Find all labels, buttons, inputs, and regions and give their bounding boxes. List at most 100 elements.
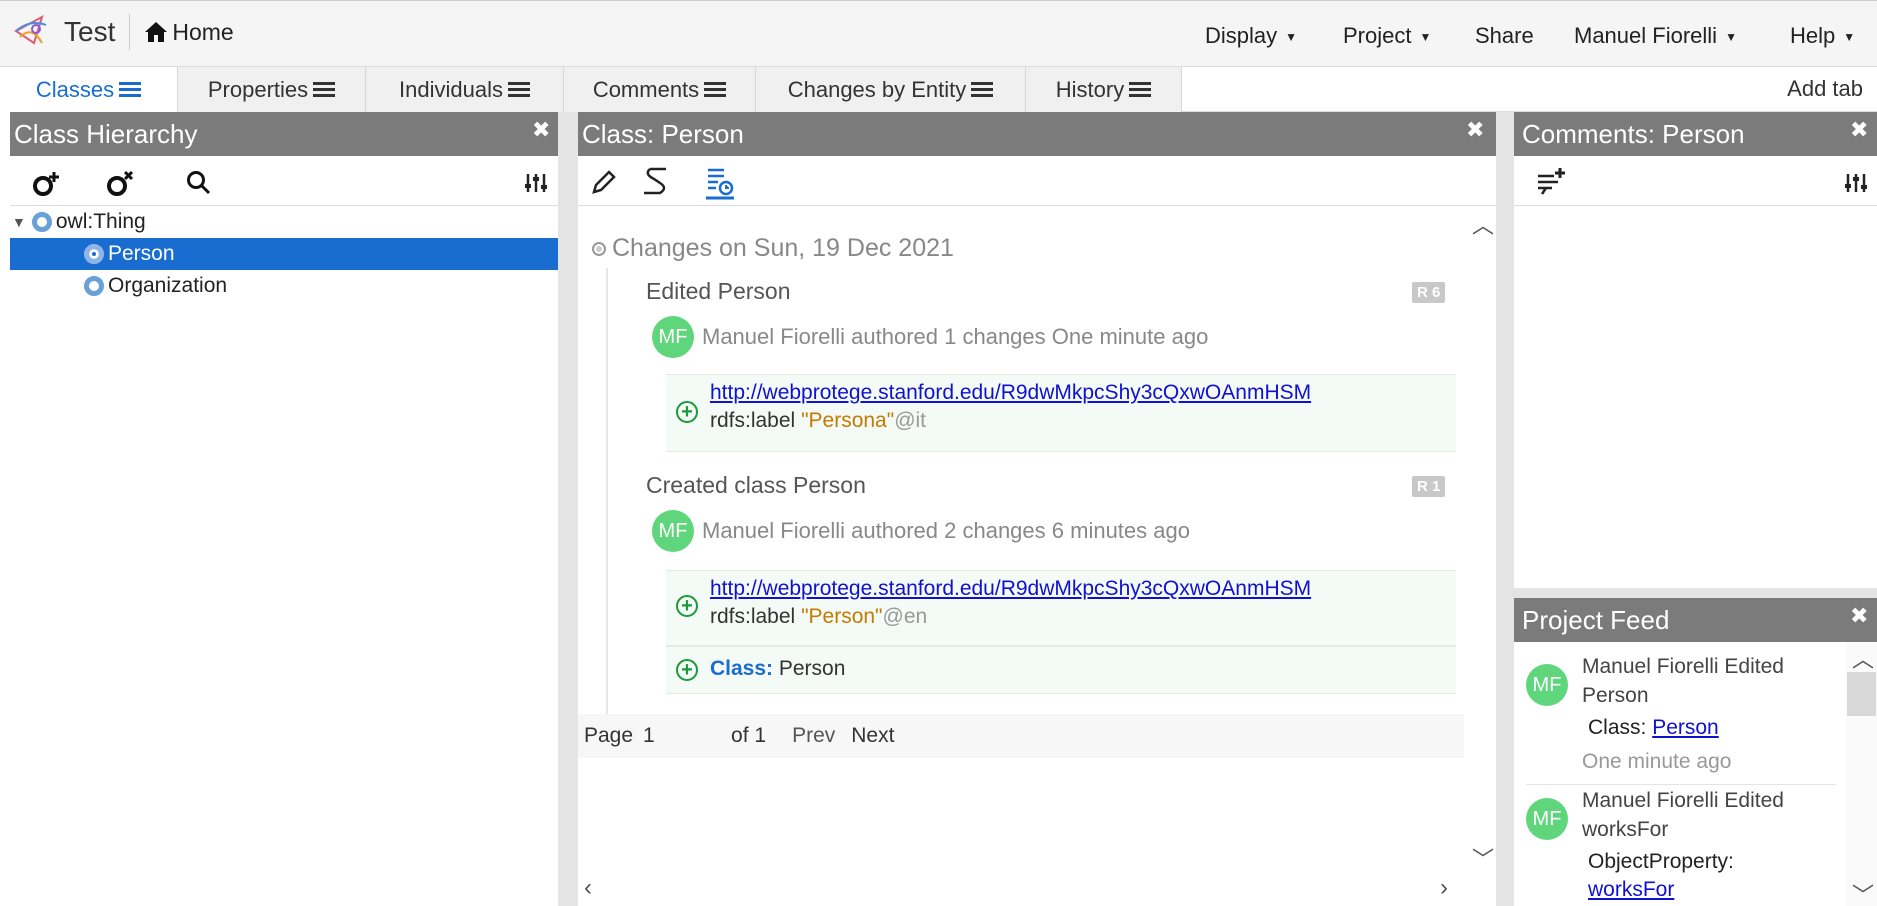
tree-node-person[interactable]: Person bbox=[10, 238, 558, 270]
entity-iri-link[interactable]: http://webprotege.stanford.edu/R9dwMkpcS… bbox=[710, 381, 1311, 405]
splitter[interactable] bbox=[558, 112, 578, 906]
tree-node-label: Organization bbox=[108, 274, 228, 297]
feed-headline: Manuel Fiorelli Edited worksFor bbox=[1582, 789, 1784, 841]
webprotege-logo-icon[interactable] bbox=[12, 9, 52, 55]
avatar: MF bbox=[652, 316, 694, 358]
feed-time: One minute ago bbox=[1582, 750, 1732, 773]
class-hierarchy-title: Class Hierarchy bbox=[14, 118, 198, 149]
entity-type-keyword: Class: bbox=[710, 657, 774, 680]
splitter[interactable] bbox=[1514, 588, 1877, 598]
share-menu[interactable]: Share bbox=[1475, 23, 1534, 49]
settings-sliders-icon[interactable] bbox=[524, 172, 548, 200]
pager: Page 1 of 1 Prev Next bbox=[578, 714, 1464, 758]
entity-kind: ObjectProperty: bbox=[1588, 850, 1734, 873]
changes-date-text: Changes on Sun, 19 Dec 2021 bbox=[612, 234, 954, 262]
entity-iri-link[interactable]: http://webprotege.stanford.edu/R9dwMkpcS… bbox=[710, 577, 1311, 601]
delete-class-icon[interactable] bbox=[106, 168, 138, 204]
close-icon[interactable]: ✖ bbox=[1850, 603, 1868, 629]
feed-scrollbar[interactable]: ︿ ﹀ bbox=[1846, 642, 1877, 906]
scrollbar-thumb[interactable] bbox=[1847, 672, 1876, 716]
add-tab-button[interactable]: Add tab bbox=[1787, 76, 1863, 102]
add-change-icon: + bbox=[676, 659, 698, 681]
project-feed-pane: Project Feed ✖ MF Manuel Fiorelli Edited… bbox=[1514, 598, 1877, 906]
hamburger-icon[interactable] bbox=[1129, 79, 1152, 100]
entity-link[interactable]: Person bbox=[1652, 716, 1719, 739]
project-feed-title: Project Feed bbox=[1522, 604, 1670, 635]
close-icon[interactable]: ✖ bbox=[532, 117, 550, 143]
revision-badge[interactable]: R 1 bbox=[1412, 476, 1446, 497]
entry-author-row: MF Manuel Fiorelli authored 2 changes 6 … bbox=[652, 510, 1190, 552]
close-icon[interactable]: ✖ bbox=[1850, 117, 1868, 143]
comments-toolbar bbox=[1514, 156, 1877, 206]
class-tree: ▼ owl:Thing Person Organization bbox=[10, 206, 558, 326]
tab-label: Comments bbox=[592, 76, 700, 102]
splitter[interactable] bbox=[1496, 112, 1514, 906]
entry-title: Created class Person bbox=[646, 472, 866, 498]
caret-down-icon: ▼ bbox=[1285, 30, 1298, 45]
user-menu-label: Manuel Fiorelli bbox=[1574, 23, 1718, 48]
tab-label: Changes by Entity bbox=[787, 76, 967, 102]
hamburger-icon[interactable] bbox=[313, 79, 336, 100]
hamburger-icon[interactable] bbox=[971, 79, 994, 100]
literal-value: "Person" bbox=[801, 605, 883, 628]
changes-history-icon[interactable] bbox=[704, 166, 736, 206]
help-menu-label: Help bbox=[1790, 23, 1836, 48]
display-menu[interactable]: Display ▼ bbox=[1205, 23, 1297, 49]
tab-individuals[interactable]: Individuals bbox=[366, 67, 564, 112]
edit-pencil-icon[interactable] bbox=[590, 168, 618, 202]
tree-node-label: Person bbox=[108, 242, 175, 265]
language-tag: @it bbox=[894, 409, 927, 432]
close-icon[interactable]: ✖ bbox=[1466, 117, 1484, 143]
hamburger-icon[interactable] bbox=[119, 79, 142, 100]
change-box: + Class: Person bbox=[666, 646, 1456, 694]
tab-changes-by-entity[interactable]: Changes by Entity bbox=[756, 67, 1026, 112]
entry-author-row: MF Manuel Fiorelli authored 1 changes On… bbox=[652, 316, 1208, 358]
scroll-down-icon[interactable]: ﹀ bbox=[1472, 842, 1494, 874]
tab-label: Individuals bbox=[399, 76, 503, 102]
entity-link[interactable]: worksFor bbox=[1588, 878, 1674, 902]
hamburger-icon[interactable] bbox=[507, 79, 530, 100]
pager-total: of 1 bbox=[731, 724, 767, 747]
add-comment-icon[interactable] bbox=[1534, 166, 1568, 204]
property-name: rdfs:label bbox=[710, 605, 796, 628]
search-icon[interactable] bbox=[186, 170, 212, 202]
scroll-left-icon[interactable]: ‹ bbox=[584, 874, 592, 902]
scroll-up-icon[interactable]: ︿ bbox=[1852, 642, 1874, 674]
tab-classes[interactable]: Classes bbox=[0, 67, 178, 112]
add-change-icon: + bbox=[676, 595, 698, 617]
add-change-icon: + bbox=[676, 401, 698, 423]
tab-label: History bbox=[1055, 76, 1125, 102]
next-page-button[interactable]: Next bbox=[851, 724, 894, 748]
tab-comments[interactable]: Comments bbox=[564, 67, 756, 112]
home-link[interactable]: Home bbox=[144, 19, 234, 46]
literal-value: "Persona" bbox=[801, 409, 895, 432]
scroll-down-icon[interactable]: ﹀ bbox=[1852, 878, 1874, 906]
help-menu[interactable]: Help ▼ bbox=[1790, 23, 1855, 49]
hamburger-icon[interactable] bbox=[704, 79, 727, 100]
change-box: + http://webprotege.stanford.edu/R9dwMkp… bbox=[666, 374, 1456, 452]
scroll-right-icon[interactable]: › bbox=[1440, 874, 1448, 902]
project-menu[interactable]: Project ▼ bbox=[1343, 23, 1431, 49]
feed-headline: Manuel Fiorelli Edited Person bbox=[1582, 655, 1784, 707]
bullet-icon bbox=[592, 241, 606, 256]
tree-node-organization[interactable]: Organization bbox=[10, 270, 558, 302]
entry-title: Edited Person bbox=[646, 278, 791, 304]
tree-node-owl-thing[interactable]: ▼ owl:Thing bbox=[10, 206, 558, 238]
change-axiom: Class: Person bbox=[710, 657, 845, 681]
revision-badge[interactable]: R 6 bbox=[1412, 282, 1446, 303]
tree-node-label: owl:Thing bbox=[55, 210, 146, 233]
changes-panel: Changes on Sun, 19 Dec 2021 Edited Perso… bbox=[578, 206, 1496, 906]
expand-triangle-icon[interactable]: ▼ bbox=[12, 214, 26, 230]
settings-sliders-icon[interactable] bbox=[1844, 172, 1868, 200]
class-hierarchy-header: Class Hierarchy bbox=[10, 112, 558, 156]
prev-page-button[interactable]: Prev bbox=[792, 724, 835, 748]
user-menu[interactable]: Manuel Fiorelli ▼ bbox=[1574, 23, 1737, 49]
project-name[interactable]: Test bbox=[64, 16, 115, 48]
class-hierarchy-toolbar bbox=[10, 156, 558, 206]
hierarchy-path-icon[interactable] bbox=[640, 166, 672, 204]
tab-history[interactable]: History bbox=[1026, 67, 1182, 112]
tab-properties[interactable]: Properties bbox=[178, 67, 366, 112]
scroll-up-icon[interactable]: ︿ bbox=[1472, 208, 1494, 240]
create-class-icon[interactable] bbox=[32, 168, 64, 204]
page-number-input[interactable]: 1 bbox=[643, 724, 723, 748]
